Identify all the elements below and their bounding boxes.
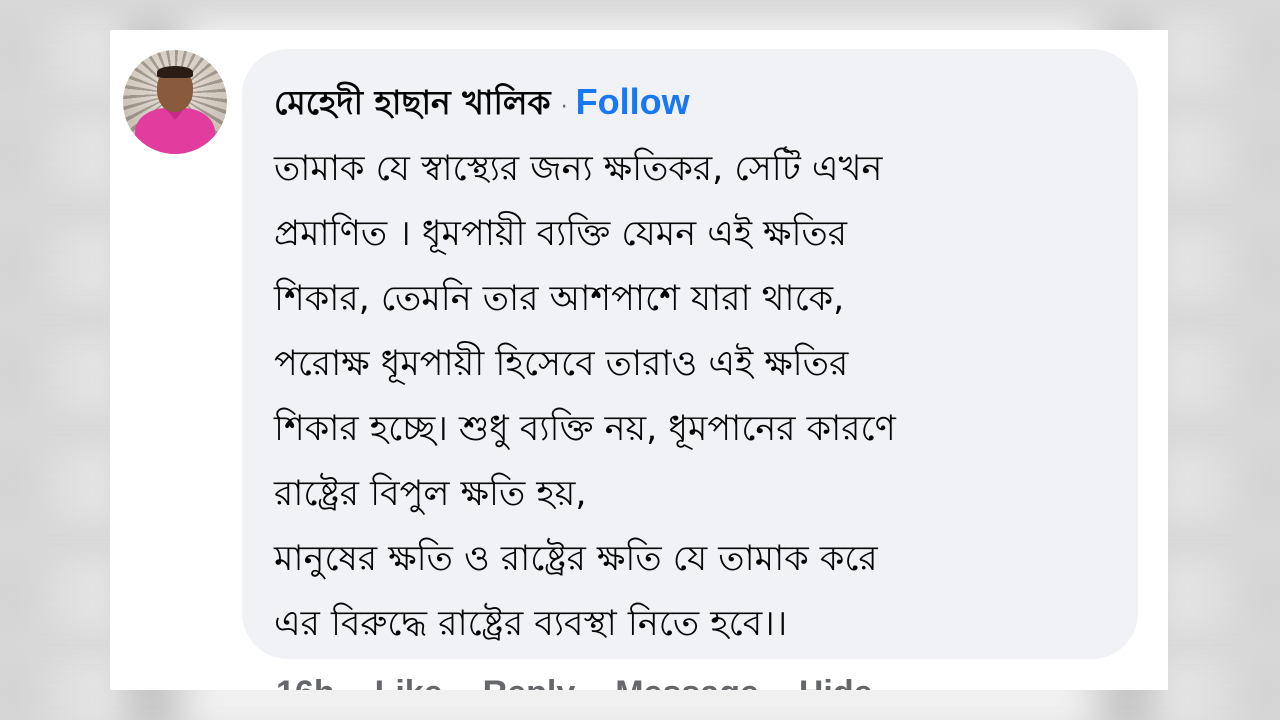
- separator-dot: ·: [560, 95, 568, 120]
- comment-line: রাষ্ট্রের বিপুল ক্ষতি হয়,: [274, 474, 587, 514]
- like-button[interactable]: Like: [375, 674, 443, 690]
- comment-line: তামাক যে স্বাস্থ্যের জন্য ক্ষতিকর, সেটি …: [274, 149, 883, 189]
- comment-card: মেহেদী হাছান খালিক · Follow তামাক যে স্ব…: [110, 30, 1168, 690]
- follow-button[interactable]: Follow: [576, 81, 690, 123]
- comment-bubble: মেহেদী হাছান খালিক · Follow তামাক যে স্ব…: [242, 49, 1138, 659]
- comment-text: তামাক যে স্বাস্থ্যের জন্য ক্ষতিকর, সেটি …: [274, 137, 1124, 657]
- comment-line: প্রমাণিত । ধূমপায়ী ব্যক্তি যেমন এই ক্ষত…: [274, 214, 848, 254]
- comment-actions: 16h Like Reply Message Hide: [276, 674, 873, 690]
- comment-time[interactable]: 16h: [276, 674, 335, 690]
- comment-line: শিকার, তেমনি তার আশপাশে যারা থাকে,: [274, 279, 845, 319]
- author-name[interactable]: মেহেদী হাছান খালিক: [274, 77, 551, 133]
- message-button[interactable]: Message: [615, 674, 759, 690]
- avatar-hair: [157, 66, 193, 78]
- comment-line: শিকার হচ্ছে। শুধু ব্যক্তি নয়, ধূমপানের …: [274, 409, 896, 449]
- hide-button[interactable]: Hide: [799, 674, 873, 690]
- comment-line: এর বিরুদ্ধে রাষ্ট্রের ব্যবস্থা নিতে হবে।…: [274, 604, 788, 644]
- comment-line: পরোক্ষ ধূমপায়ী হিসেবে তারাও এই ক্ষতির: [274, 344, 849, 384]
- reply-button[interactable]: Reply: [483, 674, 576, 690]
- avatar[interactable]: [123, 50, 227, 154]
- comment-header: মেহেদী হাছান খালিক · Follow: [274, 77, 690, 123]
- comment-line: মানুষের ক্ষতি ও রাষ্ট্রের ক্ষতি যে তামাক…: [274, 539, 878, 579]
